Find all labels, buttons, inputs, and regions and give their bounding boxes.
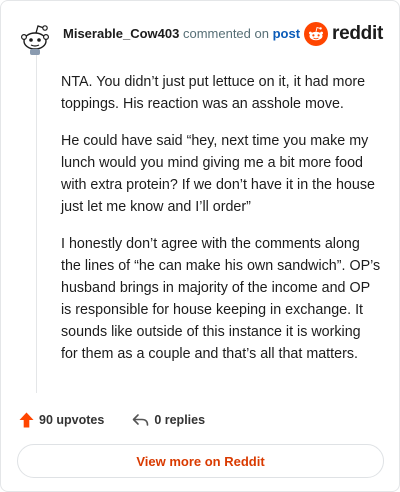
reddit-logo-icon	[304, 22, 329, 46]
username-link[interactable]: Miserable_Cow403	[63, 26, 179, 41]
upvote-count: 90 upvotes	[39, 413, 105, 427]
thread-line	[36, 55, 37, 393]
reddit-brand[interactable]: reddit	[304, 21, 383, 47]
comment-meta: Miserable_Cow403 commented on post	[63, 26, 300, 41]
comment-body: NTA. You didn’t just put lettuce on it, …	[61, 71, 381, 380]
snoo-avatar-icon[interactable]	[17, 17, 57, 57]
reddit-wordmark: reddit	[332, 23, 383, 44]
comment-header: Miserable_Cow403 commented on post reddi…	[17, 13, 385, 55]
upvote-arrow-icon	[19, 412, 34, 428]
comment-card: Miserable_Cow403 commented on post reddi…	[0, 0, 400, 492]
comment-paragraph: I honestly don’t agree with the comments…	[61, 236, 381, 362]
comment-paragraph: NTA. You didn’t just put lettuce on it, …	[61, 74, 366, 112]
reply-arrow-icon	[133, 414, 149, 426]
comment-paragraph: He could have said “hey, next time you m…	[61, 133, 375, 215]
view-more-button[interactable]: View more on Reddit	[17, 444, 384, 478]
reply-button[interactable]: 0 replies	[132, 413, 205, 427]
post-link[interactable]: post	[273, 26, 300, 41]
commented-on-text: commented on	[182, 26, 269, 41]
upvote-button[interactable]: 90 upvotes	[19, 412, 104, 428]
reply-count: 0 replies	[154, 413, 206, 427]
comment-footer: 90 upvotes 0 replies	[19, 410, 233, 430]
